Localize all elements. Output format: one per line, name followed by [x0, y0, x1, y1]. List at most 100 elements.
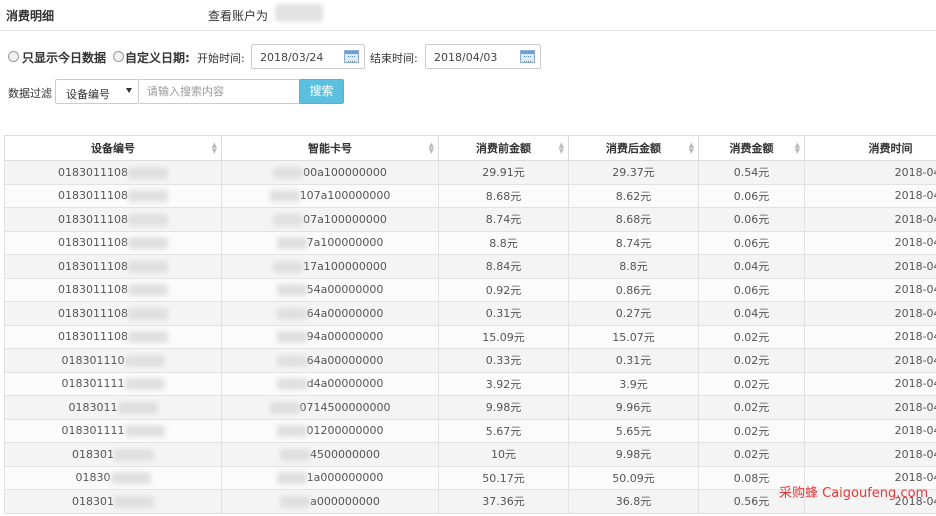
records-table: 设备编号▲▼ 智能卡号▲▼ 消费前金额▲▼ 消费后金额▲▼ 消费金额▲▼ 消费时…: [4, 136, 936, 514]
cell-before: 8.68元: [439, 184, 569, 208]
cell-device: 0183011108: [5, 184, 222, 208]
cell-card: 00a100000000: [222, 161, 439, 185]
table-row[interactable]: 018301110800a10000000029.91元29.37元0.54元2…: [5, 161, 936, 185]
cell-after: 8.74元: [569, 231, 699, 255]
col-header-time[interactable]: 消费时间: [805, 136, 936, 161]
cell-device: 0183011108: [5, 208, 222, 232]
table-row[interactable]: 018301107145000000009.98元9.96元0.02元2018-…: [5, 396, 936, 420]
cell-amount: 0.06元: [699, 184, 805, 208]
masked-text: [277, 472, 307, 484]
end-date-input[interactable]: 2018/04/03: [425, 44, 541, 69]
cell-card: 07a100000000: [222, 208, 439, 232]
table-header-row: 设备编号▲▼ 智能卡号▲▼ 消费前金额▲▼ 消费后金额▲▼ 消费金额▲▼ 消费时…: [5, 136, 936, 161]
masked-text: [118, 402, 158, 414]
masked-text: [270, 402, 300, 414]
masked-text: [270, 190, 300, 202]
cell-amount: 0.02元: [699, 396, 805, 420]
cell-device: 018301111: [5, 419, 222, 443]
col-header-device[interactable]: 设备编号▲▼: [5, 136, 222, 161]
col-header-before[interactable]: 消费前金额▲▼: [439, 136, 569, 161]
cell-time: 2018-04-03 10: [805, 443, 936, 467]
cell-after: 5.65元: [569, 419, 699, 443]
table-row[interactable]: 01830111064a000000000.33元0.31元0.02元2018-…: [5, 349, 936, 373]
filter-field-value: 设备编号: [66, 86, 110, 102]
col-header-after[interactable]: 消费后金额▲▼: [569, 136, 699, 161]
cell-after: 8.8元: [569, 255, 699, 279]
cell-card: d4a00000000: [222, 372, 439, 396]
masked-text: [128, 308, 168, 320]
cell-time: 2018-04-03 11: [805, 231, 936, 255]
search-button[interactable]: 搜索: [299, 79, 344, 104]
cell-device: 018301111: [5, 372, 222, 396]
cell-before: 29.91元: [439, 161, 569, 185]
calendar-icon[interactable]: [344, 50, 359, 63]
cell-time: 2018-04-03 10: [805, 372, 936, 396]
cell-after: 29.37元: [569, 161, 699, 185]
table-row[interactable]: 018301110854a000000000.92元0.86元0.06元2018…: [5, 278, 936, 302]
filter-field-select[interactable]: 设备编号: [55, 79, 139, 104]
cell-amount: 0.06元: [699, 278, 805, 302]
cell-card: 01200000000: [222, 419, 439, 443]
radio-custom-label[interactable]: 自定义日期:: [125, 49, 190, 66]
cell-before: 0.33元: [439, 349, 569, 373]
table-row[interactable]: 0183011108107a1000000008.68元8.62元0.06元20…: [5, 184, 936, 208]
cell-after: 8.62元: [569, 184, 699, 208]
cell-before: 15.09元: [439, 325, 569, 349]
radio-today-label[interactable]: 只显示今日数据: [22, 49, 106, 66]
cell-before: 3.92元: [439, 372, 569, 396]
table-row[interactable]: 018301110864a000000000.31元0.27元0.04元2018…: [5, 302, 936, 326]
table-row[interactable]: 018301110807a1000000008.74元8.68元0.06元201…: [5, 208, 936, 232]
calendar-icon[interactable]: [520, 50, 535, 63]
cell-after: 0.31元: [569, 349, 699, 373]
data-filter-label: 数据过滤: [8, 85, 52, 101]
col-header-amount[interactable]: 消费金额▲▼: [699, 136, 805, 161]
cell-device: 0183011108: [5, 302, 222, 326]
sort-icon[interactable]: ▲▼: [689, 142, 694, 154]
sort-icon[interactable]: ▲▼: [795, 142, 800, 154]
cell-time: 2018-04-03 11: [805, 255, 936, 279]
sort-icon[interactable]: ▲▼: [559, 142, 564, 154]
cell-amount: 0.02元: [699, 443, 805, 467]
masked-text: [128, 167, 168, 179]
cell-amount: 0.04元: [699, 302, 805, 326]
cell-time: 2018-04-03 10: [805, 302, 936, 326]
cell-device: 018301110: [5, 349, 222, 373]
sort-icon[interactable]: ▲▼: [212, 142, 217, 154]
cell-before: 8.8元: [439, 231, 569, 255]
cell-before: 50.17元: [439, 466, 569, 490]
table-row[interactable]: 018301450000000010元9.98元0.02元2018-04-03 …: [5, 443, 936, 467]
radio-today[interactable]: [8, 51, 19, 62]
table-row[interactable]: 01830111087a1000000008.8元8.74元0.06元2018-…: [5, 231, 936, 255]
start-date-input[interactable]: 2018/03/24: [251, 44, 365, 69]
radio-custom-date[interactable]: [113, 51, 124, 62]
cell-after: 9.96元: [569, 396, 699, 420]
cell-card: 64a00000000: [222, 302, 439, 326]
cell-device: 0183011: [5, 396, 222, 420]
table-row[interactable]: 018301111d4a000000003.92元3.9元0.02元2018-0…: [5, 372, 936, 396]
cell-card: 0714500000000: [222, 396, 439, 420]
chevron-down-icon: [126, 88, 132, 93]
cell-card: 7a100000000: [222, 231, 439, 255]
cell-time: 2018-04-03 11: [805, 208, 936, 232]
cell-time: 2018-04-03 10: [805, 349, 936, 373]
sort-icon[interactable]: ▲▼: [429, 142, 434, 154]
cell-amount: 0.02元: [699, 325, 805, 349]
masked-text: [277, 284, 307, 296]
cell-before: 0.31元: [439, 302, 569, 326]
watermark: 采购蜂 Caigoufeng.com: [779, 482, 928, 501]
table-row[interactable]: 018301111012000000005.67元5.65元0.02元2018-…: [5, 419, 936, 443]
table-row[interactable]: 018301110894a0000000015.09元15.07元0.02元20…: [5, 325, 936, 349]
start-date-value: 2018/03/24: [260, 51, 323, 64]
cell-card: a000000000: [222, 490, 439, 514]
cell-card: 1a000000000: [222, 466, 439, 490]
records-table-container[interactable]: 设备编号▲▼ 智能卡号▲▼ 消费前金额▲▼ 消费后金额▲▼ 消费金额▲▼ 消费时…: [4, 135, 936, 516]
masked-text: [114, 449, 154, 461]
cell-device: 018301: [5, 490, 222, 514]
cell-after: 36.8元: [569, 490, 699, 514]
table-row[interactable]: 018301110817a1000000008.84元8.8元0.04元2018…: [5, 255, 936, 279]
cell-before: 9.98元: [439, 396, 569, 420]
search-input[interactable]: [139, 79, 301, 104]
cell-before: 37.36元: [439, 490, 569, 514]
col-header-card[interactable]: 智能卡号▲▼: [222, 136, 439, 161]
cell-card: 54a00000000: [222, 278, 439, 302]
